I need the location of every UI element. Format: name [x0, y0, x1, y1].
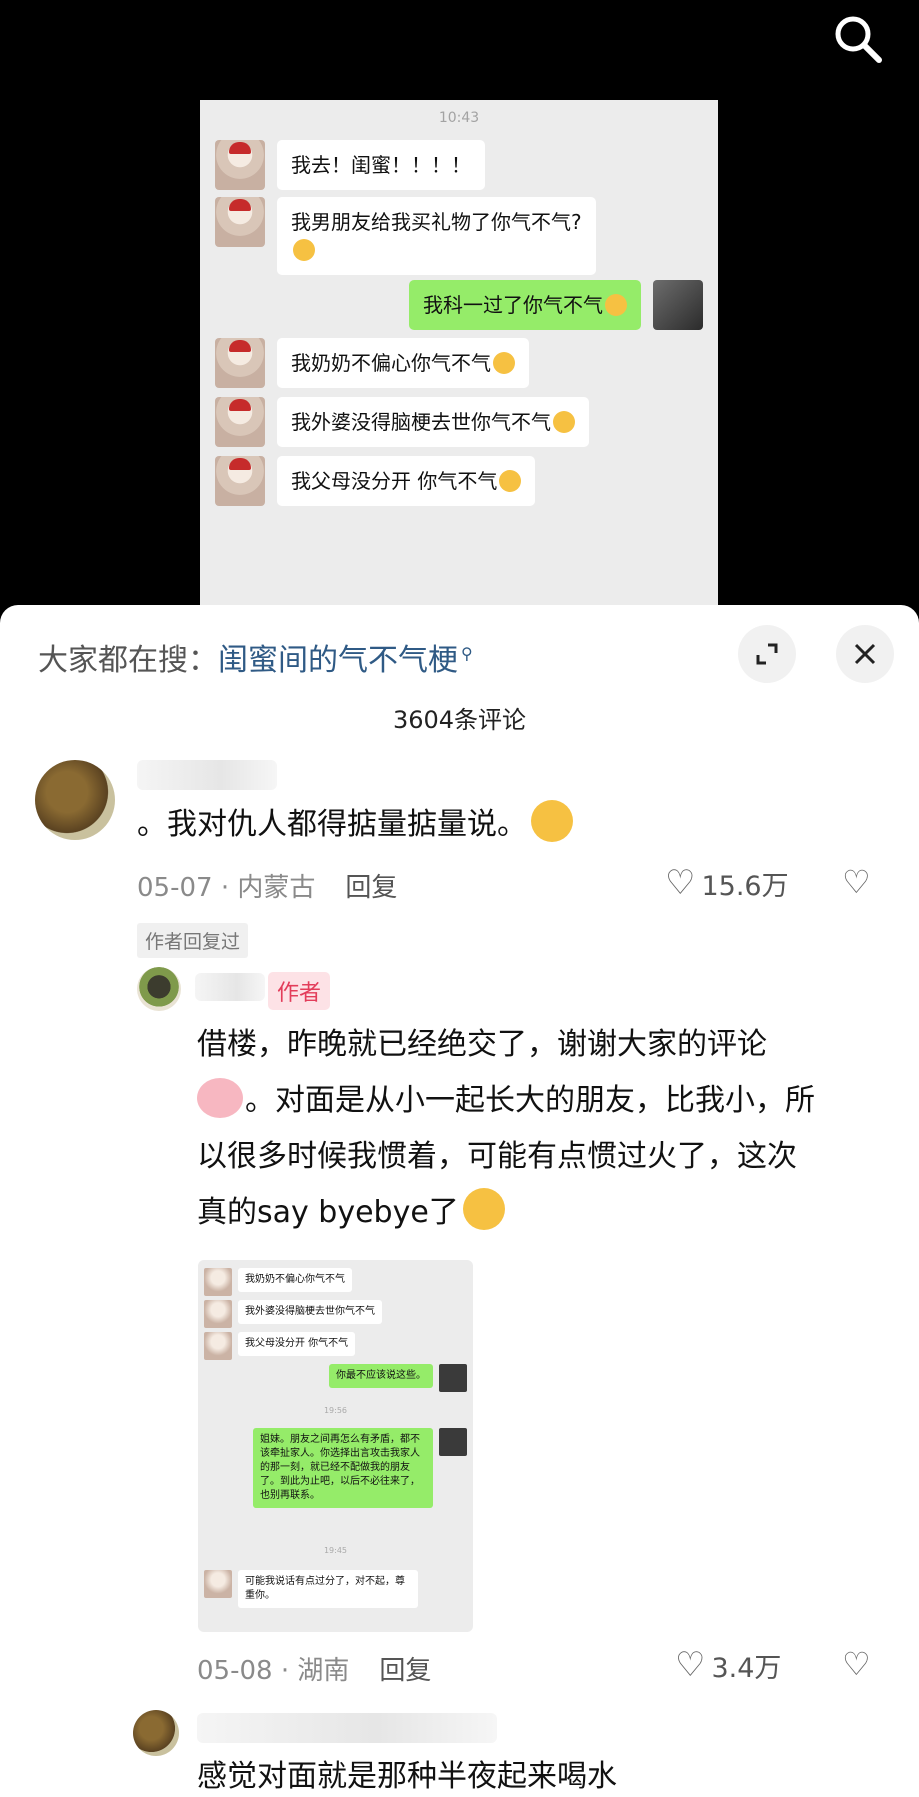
emoji-icon — [293, 239, 315, 261]
heart-icon: ♡ — [675, 1645, 706, 1685]
mini-message: 可能我说话有点过分了，对不起，尊重你。 — [204, 1570, 418, 1608]
like-count: 3.4万 — [711, 1652, 782, 1684]
chat-bubble: 我父母没分开 你气不气 — [277, 456, 536, 506]
emoji-icon — [499, 470, 522, 492]
author-tag: 作者 — [268, 972, 331, 1010]
author-replied-tag: 作者回复过 — [137, 923, 249, 958]
chat-message: 我外婆没得脑梗去世你气不气 — [215, 397, 589, 447]
like-button[interactable]: ♡ 3.4万 — [675, 1645, 781, 1685]
reply-button[interactable]: 回复 — [379, 1656, 431, 1686]
hot-search-link[interactable]: 闺蜜间的气不气梗 — [218, 643, 473, 678]
friend-avatar — [204, 1300, 232, 1328]
mini-message: 我外婆没得脑梗去世你气不气 — [204, 1300, 382, 1328]
chat-message: 我奶奶不偏心你气不气 — [215, 338, 529, 388]
friend-avatar — [215, 140, 265, 190]
self-avatar — [439, 1428, 467, 1456]
chat-message: 我去！闺蜜！！！！ — [215, 140, 485, 190]
chat-message: 我男朋友给我买礼物了你气不气? — [215, 197, 596, 275]
video-area[interactable]: 10:43 我去！闺蜜！！！！ 我男朋友给我买礼物了你气不气? 我科一过了你气不… — [0, 0, 919, 620]
mini-message: 我父母没分开 你气不气 — [204, 1332, 356, 1360]
mini-time: 19:56 — [323, 1406, 348, 1415]
friend-avatar — [204, 1332, 232, 1360]
search-button[interactable] — [829, 10, 889, 70]
mini-message-self: 你最不应该说这些。 — [329, 1364, 467, 1392]
close-icon — [854, 643, 876, 665]
chat-time: 10:43 — [438, 110, 480, 126]
laughing-emoji-icon — [531, 800, 573, 842]
close-button[interactable] — [836, 625, 894, 683]
expand-button[interactable] — [738, 625, 796, 683]
pig-emoji-icon — [197, 1078, 243, 1118]
search-icon — [835, 16, 882, 63]
self-avatar — [653, 280, 703, 330]
chat-bubble: 我奶奶不偏心你气不气 — [277, 338, 529, 388]
chat-message: 我父母没分开 你气不气 — [215, 456, 536, 506]
comment-location: 内蒙古 — [237, 873, 316, 903]
username-blurred[interactable] — [137, 760, 277, 790]
emoji-icon — [553, 411, 575, 433]
friend-avatar — [215, 397, 265, 447]
broken-heart-icon[interactable]: ♡ — [842, 1645, 871, 1683]
commenter-avatar[interactable] — [133, 1710, 179, 1756]
comment-date: 05-07 — [137, 873, 213, 903]
username-blurred[interactable] — [197, 1713, 497, 1743]
heart-icon: ♡ — [665, 863, 696, 903]
comment-text: 。我对仇人都得掂量掂量说。 — [137, 800, 573, 849]
chat-bubble: 我男朋友给我买礼物了你气不气? — [277, 197, 596, 275]
comment-meta: 05-07 · 内蒙古 回复 — [137, 873, 398, 903]
chat-bubble-self: 我科一过了你气不气 — [409, 280, 641, 330]
friend-avatar — [204, 1268, 232, 1296]
comment-count: 3604条评论 — [392, 706, 527, 734]
chat-bubble: 我去！闺蜜！！！！ — [277, 140, 485, 190]
friend-avatar — [215, 456, 265, 506]
reply-button[interactable]: 回复 — [345, 873, 397, 903]
reply-image[interactable]: 我奶奶不偏心你气不气 我外婆没得脑梗去世你气不气 我父母没分开 你气不气 你最不… — [198, 1260, 473, 1632]
friend-avatar — [204, 1570, 232, 1598]
smile-emoji-icon — [462, 1188, 505, 1230]
username-blurred[interactable] — [195, 973, 265, 1001]
commenter-avatar[interactable] — [35, 760, 115, 840]
comment-sheet: 大家都在搜：闺蜜间的气不气梗 3604条评论 。我对仇人都得掂量掂量说。 05-… — [0, 605, 919, 1797]
friend-avatar — [215, 338, 265, 388]
author-avatar[interactable] — [137, 967, 181, 1011]
like-count: 15.6万 — [701, 870, 789, 902]
reply-date: 05-08 — [197, 1656, 273, 1686]
chat-message-self: 我科一过了你气不气 — [409, 280, 703, 330]
broken-heart-icon[interactable]: ♡ — [842, 863, 871, 901]
comment-text: 感觉对面就是那种半夜起来喝水 — [197, 1759, 617, 1794]
emoji-icon — [605, 294, 627, 316]
chat-screenshot: 10:43 我去！闺蜜！！！！ 我男朋友给我买礼物了你气不气? 我科一过了你气不… — [200, 100, 718, 620]
mini-message-self: 姐妹。朋友之间再怎么有矛盾，都不该牵扯家人。你选择出言攻击我家人的那一刻，就已经… — [253, 1428, 467, 1508]
chat-bubble: 我外婆没得脑梗去世你气不气 — [277, 397, 589, 447]
emoji-icon — [493, 352, 515, 374]
reply-meta: 05-08 · 湖南 回复 — [197, 1656, 432, 1686]
friend-avatar — [215, 197, 265, 247]
expand-icon — [756, 643, 778, 665]
reply-location: 湖南 — [297, 1656, 350, 1686]
like-button[interactable]: ♡ 15.6万 — [665, 863, 789, 903]
hot-search-bar[interactable]: 大家都在搜：闺蜜间的气不气梗 — [38, 635, 473, 679]
mini-message: 我奶奶不偏心你气不气 — [204, 1268, 352, 1296]
hot-search-label: 大家都在搜： — [38, 643, 218, 678]
reply-text: 借楼，昨晚就已经绝交了，谢谢大家的评论 。对面是从小一起长大的朋友，比我小，所 … — [197, 1027, 815, 1230]
self-avatar — [439, 1364, 467, 1392]
mini-time: 19:45 — [323, 1546, 348, 1555]
